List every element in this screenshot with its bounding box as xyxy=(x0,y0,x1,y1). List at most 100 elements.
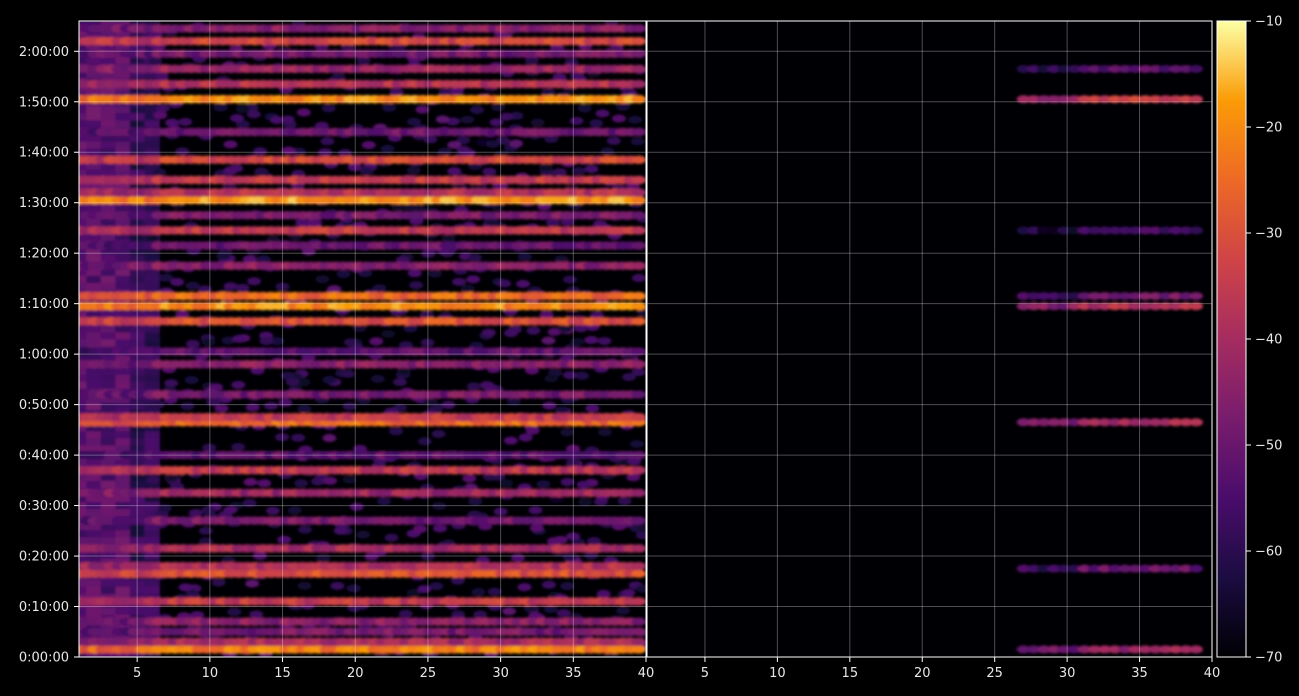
heatmap-cell xyxy=(518,433,533,442)
heatmap-cell xyxy=(86,373,102,382)
heatmap-cell xyxy=(525,426,540,435)
heatmap-cell xyxy=(144,253,160,262)
heatmap-cell xyxy=(152,168,167,177)
heatmap-band-cell xyxy=(631,597,646,606)
heatmap-cell xyxy=(389,427,404,436)
heatmap-cell xyxy=(584,165,599,174)
heatmap-cell xyxy=(115,168,131,177)
heatmap-cell xyxy=(381,329,396,338)
heatmap-cell xyxy=(355,530,370,539)
heatmap-cell xyxy=(231,380,246,389)
heatmap-cell xyxy=(86,402,102,411)
x-tick-label: 10 xyxy=(769,666,786,681)
heatmap-cell xyxy=(558,324,573,333)
heatmap-band-cell xyxy=(631,466,646,475)
heatmap-cell xyxy=(576,480,591,489)
heatmap-cell xyxy=(144,458,160,467)
heatmap-cell xyxy=(538,163,553,172)
heatmap-cell xyxy=(100,331,117,340)
heatmap-cell xyxy=(322,434,337,443)
heatmap-cell xyxy=(245,579,260,588)
heatmap-cell xyxy=(369,337,384,346)
heatmap-cell xyxy=(431,429,446,438)
heatmap-band-cell xyxy=(631,241,646,250)
heatmap-cell xyxy=(437,147,452,156)
heatmap-cell xyxy=(595,109,610,118)
x-tick-label: 30 xyxy=(1059,666,1076,681)
y-tick-label: 0:20:00 xyxy=(19,550,69,565)
heatmap-cell xyxy=(86,253,102,262)
heatmap-cell xyxy=(188,509,203,518)
heatmap-cell xyxy=(235,283,250,292)
x-tick-label: 25 xyxy=(420,666,437,681)
heatmap-cell xyxy=(356,56,371,65)
heatmap-cell xyxy=(100,119,117,128)
heatmap-cell xyxy=(144,430,160,439)
heatmap-band-cell xyxy=(631,36,646,46)
heatmap-cell xyxy=(100,253,117,262)
heatmap-cell xyxy=(100,501,117,510)
heatmap-cell xyxy=(343,338,358,347)
y-tick-label: 0:50:00 xyxy=(19,398,69,413)
heatmap-cell xyxy=(460,115,475,124)
heatmap-band-cell xyxy=(631,360,646,369)
heatmap-cell xyxy=(86,147,102,156)
heatmap-band-cell xyxy=(631,561,646,571)
heatmap-cell xyxy=(575,371,590,380)
heatmap-cell xyxy=(100,324,117,333)
heatmap-cell xyxy=(530,118,545,127)
heatmap-cell xyxy=(628,115,643,124)
heatmap-cell xyxy=(223,140,238,149)
heatmap-cell xyxy=(468,497,483,506)
heatmap-cell xyxy=(115,536,131,545)
heatmap-cell xyxy=(281,146,296,155)
heatmap-cell xyxy=(100,310,117,319)
heatmap-band-cell xyxy=(631,516,646,525)
heatmap-cell xyxy=(370,374,385,383)
heatmap-cell xyxy=(115,147,131,156)
heatmap-cell xyxy=(115,204,131,213)
heatmap-cell xyxy=(516,279,531,288)
heatmap-cell xyxy=(154,72,169,81)
heatmap-cell xyxy=(100,529,117,538)
heatmap-band-cell xyxy=(631,175,646,185)
heatmap-cell xyxy=(86,508,102,517)
colorbar-gradient xyxy=(1216,20,1247,658)
heatmap-cell xyxy=(542,401,557,410)
heatmap-cell xyxy=(560,428,575,437)
heatmap-cell xyxy=(164,118,179,127)
heatmap-cell xyxy=(630,439,645,448)
heatmap-band-cell xyxy=(631,413,646,422)
heatmap-cell xyxy=(230,114,245,123)
heatmap-cell xyxy=(417,585,432,594)
heatmap-cell xyxy=(502,607,517,616)
heatmap-cell xyxy=(545,218,560,227)
heatmap-cell xyxy=(499,479,514,488)
heatmap-cell xyxy=(340,369,355,378)
heatmap-cell xyxy=(115,402,131,411)
heatmap-cell xyxy=(115,112,131,121)
heatmap-cell xyxy=(297,404,312,413)
heatmap-band-cell xyxy=(631,390,646,399)
heatmap-cell xyxy=(144,119,160,128)
heatmap-cell xyxy=(86,479,102,488)
heatmap-cell xyxy=(577,104,592,113)
heatmap-cell xyxy=(330,581,345,590)
heatmap-cell xyxy=(417,437,432,446)
heatmap-cell xyxy=(86,585,102,594)
x-tick-label: 5 xyxy=(133,666,141,681)
heatmap-cell xyxy=(100,168,117,177)
x-tick-label: 25 xyxy=(986,666,1003,681)
heatmap-cell xyxy=(144,529,160,538)
heatmap-cell xyxy=(473,610,488,619)
heatmap-cell xyxy=(100,430,117,439)
heatmap-cell xyxy=(423,135,438,144)
heatmap-cell xyxy=(528,506,543,515)
colorbar-ticks: −10 −20 −30 −40 −50 −60 −70 xyxy=(1246,15,1282,666)
heatmap-cell xyxy=(429,582,444,591)
heatmap-cell xyxy=(491,103,506,112)
heatmap-cell xyxy=(517,583,532,592)
x-tick-label: 15 xyxy=(842,666,859,681)
heatmap-cell xyxy=(359,167,374,176)
y-tick-label: 1:50:00 xyxy=(19,95,69,110)
